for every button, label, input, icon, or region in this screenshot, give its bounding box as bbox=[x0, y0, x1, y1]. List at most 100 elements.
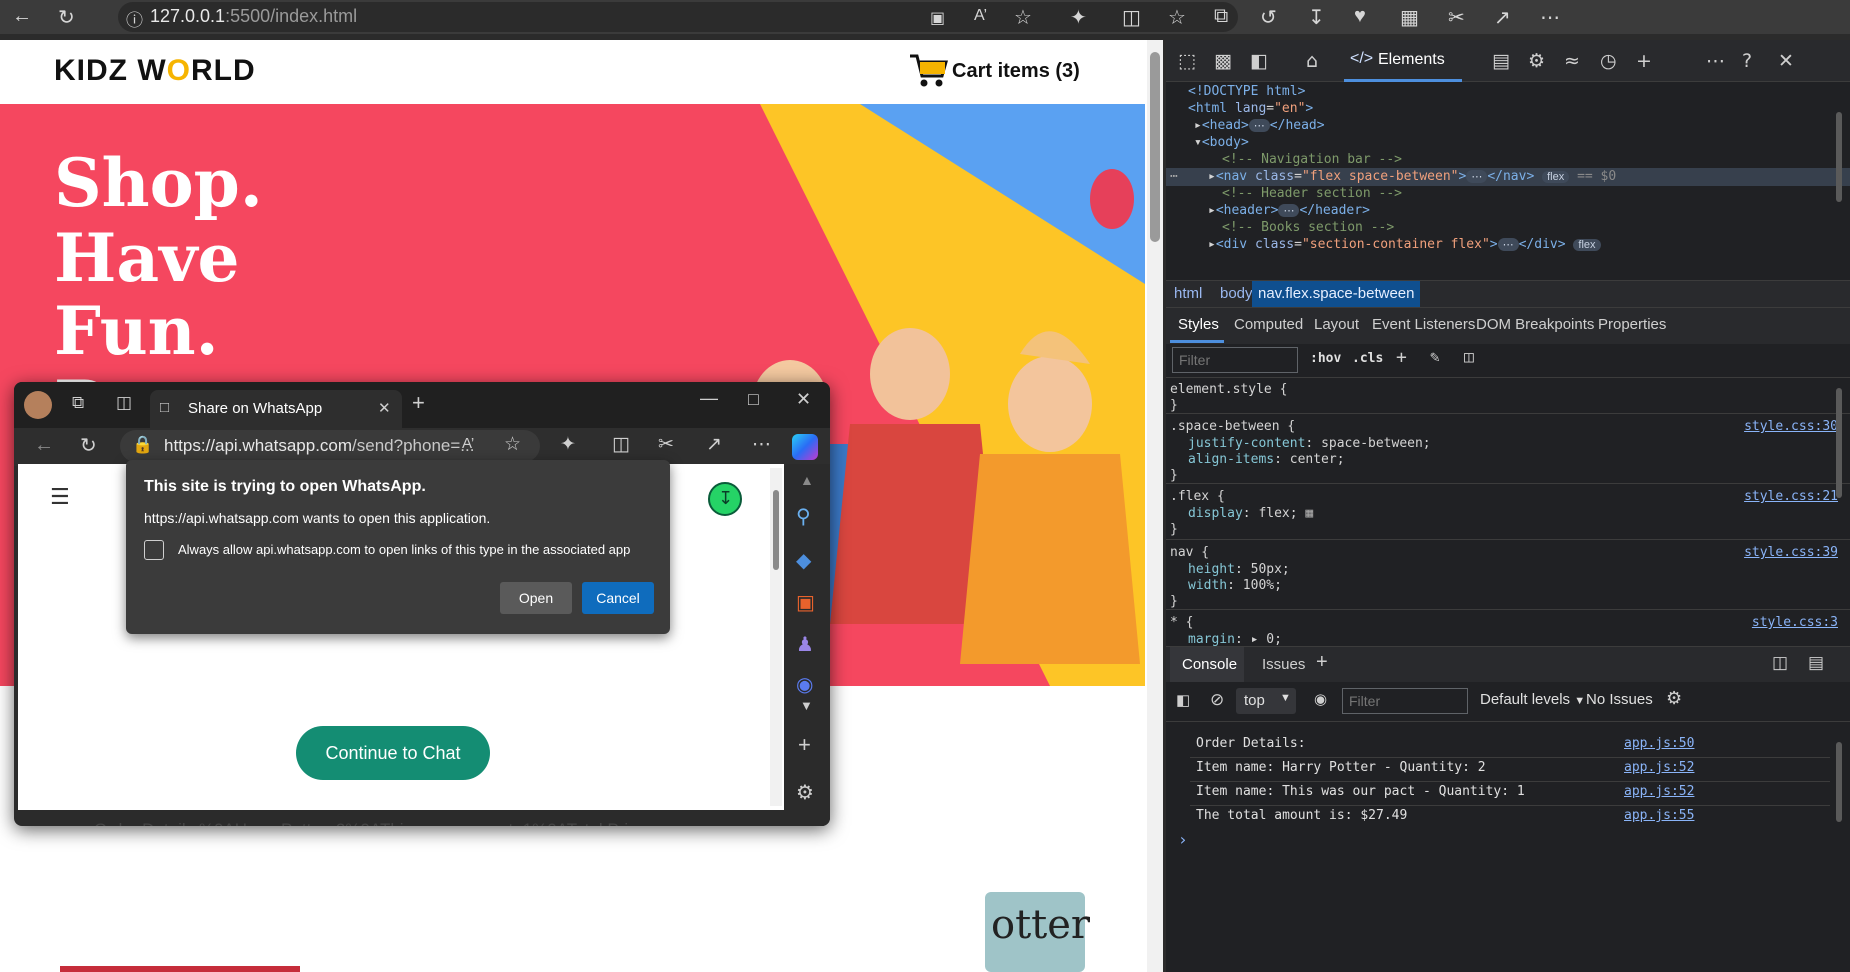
ellipsis-badge[interactable]: ⋯ bbox=[1248, 119, 1270, 132]
rule-universal[interactable]: * { style.css:3 margin: ▸ 0; bbox=[1166, 610, 1850, 646]
dock-side-icon[interactable]: ◧ bbox=[1250, 50, 1268, 72]
rule3-source-link[interactable]: style.css:39 bbox=[1744, 545, 1838, 560]
cls-toggle[interactable]: .cls bbox=[1352, 351, 1383, 366]
breadcrumb-nav[interactable]: nav.flex.space-between bbox=[1252, 281, 1421, 307]
download-app-icon[interactable]: ↧ bbox=[708, 482, 742, 516]
toggle-sidebar-icon[interactable]: ◫ bbox=[1464, 347, 1474, 366]
page-scrollbar[interactable] bbox=[1147, 40, 1163, 972]
rule1-source-link[interactable]: style.css:30 bbox=[1744, 419, 1838, 434]
hamburger-menu-icon[interactable]: ☰ bbox=[50, 484, 70, 510]
refresh-icon[interactable]: ↻ bbox=[58, 5, 75, 30]
header-ellipsis-badge[interactable]: ⋯ bbox=[1278, 204, 1300, 217]
popup-back-icon[interactable]: ← bbox=[34, 434, 54, 457]
rule2-prop1[interactable]: display bbox=[1188, 506, 1243, 521]
back-arrow-icon[interactable]: ← bbox=[12, 5, 32, 28]
rule4-prop1[interactable]: margin bbox=[1188, 632, 1235, 646]
rule1-val1[interactable]: space-between; bbox=[1321, 436, 1431, 451]
console-filter-input[interactable] bbox=[1342, 688, 1468, 714]
rule1-prop1[interactable]: justify-content bbox=[1188, 436, 1305, 451]
nav-ellipsis-badge[interactable]: ⋯ bbox=[1466, 170, 1488, 183]
popup-split-icon[interactable]: ◫ bbox=[612, 433, 630, 456]
dom-doctype[interactable]: <!DOCTYPE html> bbox=[1188, 84, 1305, 99]
book-cover-image[interactable]: otter bbox=[985, 892, 1090, 972]
new-tab-plus-icon[interactable]: + bbox=[412, 390, 425, 416]
cart-button[interactable]: Cart items (3) bbox=[908, 48, 1098, 96]
dom-tree[interactable]: <!DOCTYPE html> <html lang="en"> ▸<head>… bbox=[1166, 82, 1850, 280]
popup-extensions-icon[interactable]: ✦ bbox=[560, 433, 576, 456]
popup-more-icon[interactable]: ⋯ bbox=[752, 433, 771, 456]
more-menu-icon[interactable]: ⋯ bbox=[1540, 5, 1560, 30]
always-allow-label[interactable]: Always allow api.whatsapp.com to open li… bbox=[178, 542, 630, 557]
workspaces-icon[interactable]: ⧉ bbox=[72, 393, 84, 413]
close-tab-icon[interactable]: ✕ bbox=[378, 399, 391, 417]
log-line-1-source[interactable]: app.js:50 bbox=[1624, 736, 1694, 751]
office-icon[interactable]: ◉ bbox=[796, 672, 813, 697]
cancel-button[interactable]: Cancel bbox=[582, 582, 654, 614]
rule-space-between[interactable]: .space-between { style.css:30 justify-co… bbox=[1166, 414, 1850, 484]
dom-comment-nav[interactable]: <!-- Navigation bar --> bbox=[1222, 152, 1402, 167]
log-line-2-source[interactable]: app.js:52 bbox=[1624, 760, 1694, 775]
extensions-icon[interactable]: ✦ bbox=[1070, 5, 1087, 30]
sidebar-settings-gear-icon[interactable]: ⚙ bbox=[796, 780, 814, 805]
subtab-computed[interactable]: Computed bbox=[1234, 316, 1303, 333]
rule3-prop2[interactable]: width bbox=[1188, 578, 1227, 593]
rule4-source-link[interactable]: style.css:3 bbox=[1752, 615, 1838, 630]
profile-avatar[interactable] bbox=[24, 391, 52, 419]
dock-drawer-icon[interactable]: ◫ bbox=[1772, 653, 1788, 673]
log-line-4-source[interactable]: app.js:55 bbox=[1624, 808, 1694, 823]
page-scrollbar-thumb[interactable] bbox=[1150, 52, 1160, 242]
browser-essentials-icon[interactable]: ♥ bbox=[1354, 5, 1366, 28]
subtab-layout[interactable]: Layout bbox=[1314, 316, 1359, 333]
search-icon[interactable]: ⚲ bbox=[796, 504, 811, 529]
console-sidebar-icon[interactable]: ◧ bbox=[1176, 691, 1190, 709]
more-tools-plus-icon[interactable]: + bbox=[1636, 50, 1652, 72]
div-flex-badge[interactable]: flex bbox=[1573, 239, 1601, 251]
new-rule-plus-icon[interactable]: + bbox=[1396, 347, 1407, 368]
console-prompt-chevron-icon[interactable]: › bbox=[1178, 830, 1188, 849]
popup-share-icon[interactable]: ↗ bbox=[706, 433, 722, 456]
tab-elements[interactable]: </> Elements bbox=[1344, 40, 1462, 82]
add-drawer-tab-icon[interactable]: + bbox=[1316, 651, 1328, 674]
clear-console-icon[interactable]: ⊘ bbox=[1210, 690, 1224, 710]
dom-nav[interactable]: ▸<nav class="flex space-between"> ⋯ </nav>… bbox=[1208, 169, 1616, 184]
rule-nav[interactable]: nav { style.css:39 height: 50px; width: … bbox=[1166, 540, 1850, 610]
rule-element-style[interactable]: element.style { } bbox=[1166, 378, 1850, 414]
log-levels-dropdown[interactable]: Default levels ▼ bbox=[1480, 691, 1585, 708]
rule3-val2[interactable]: 100%; bbox=[1243, 578, 1282, 593]
shopping-tag-icon[interactable]: ◆ bbox=[796, 548, 811, 573]
share-icon[interactable]: ↗ bbox=[1494, 5, 1511, 30]
console-settings-gear-icon[interactable]: ⚙ bbox=[1666, 688, 1682, 709]
styles-scrollbar[interactable] bbox=[1836, 388, 1842, 498]
read-aloud-icon[interactable]: A’ bbox=[974, 7, 987, 25]
popup-scrollbar[interactable] bbox=[770, 468, 782, 806]
tracking-blocked-icon[interactable]: ▣ bbox=[930, 8, 945, 28]
popup-screenshot-icon[interactable]: ✂ bbox=[658, 433, 674, 456]
subtab-properties[interactable]: Properties bbox=[1598, 316, 1666, 333]
popup-scrollbar-thumb[interactable] bbox=[773, 490, 779, 570]
dom-html[interactable]: <html lang="en"> bbox=[1188, 101, 1313, 116]
vertical-tabs-icon[interactable]: ◫ bbox=[116, 393, 132, 413]
tab-issues[interactable]: Issues bbox=[1262, 656, 1305, 673]
div-ellipsis-badge[interactable]: ⋯ bbox=[1497, 238, 1519, 251]
rule2-val1[interactable]: flex; bbox=[1258, 506, 1297, 521]
close-devtools-icon[interactable]: ✕ bbox=[1778, 50, 1794, 72]
network-wifi-icon[interactable]: ≈ bbox=[1564, 50, 1580, 72]
rule-flex[interactable]: .flex { style.css:21 display: flex; ▦ } bbox=[1166, 484, 1850, 540]
tools-briefcase-icon[interactable]: ▣ bbox=[796, 590, 815, 615]
hov-toggle[interactable]: :hov bbox=[1310, 351, 1341, 366]
popup-refresh-icon[interactable]: ↻ bbox=[80, 433, 97, 458]
styles-filter-input[interactable] bbox=[1172, 347, 1298, 373]
history-icon[interactable]: ↺ bbox=[1260, 5, 1277, 30]
log-line-3-source[interactable]: app.js:52 bbox=[1624, 784, 1694, 799]
favorites-icon[interactable]: ☆ bbox=[1168, 5, 1186, 30]
dom-body[interactable]: ▾<body> bbox=[1194, 135, 1249, 150]
subtab-dom-breakpoints[interactable]: DOM Breakpoints bbox=[1476, 316, 1594, 333]
popup-read-aloud-icon[interactable]: A’ bbox=[462, 435, 474, 452]
screenshot-icon[interactable]: ✂ bbox=[1448, 5, 1465, 30]
split-screen-icon[interactable]: ◫ bbox=[1122, 5, 1141, 30]
console-tab-icon[interactable]: ▤ bbox=[1492, 50, 1510, 72]
live-expression-eye-icon[interactable]: ◉ bbox=[1314, 690, 1327, 708]
tab-console[interactable]: Console bbox=[1170, 647, 1244, 683]
address-url[interactable]: 127.0.0.1:5500/index.html bbox=[150, 6, 357, 27]
close-drawer-icon[interactable]: ▤ bbox=[1808, 653, 1824, 673]
